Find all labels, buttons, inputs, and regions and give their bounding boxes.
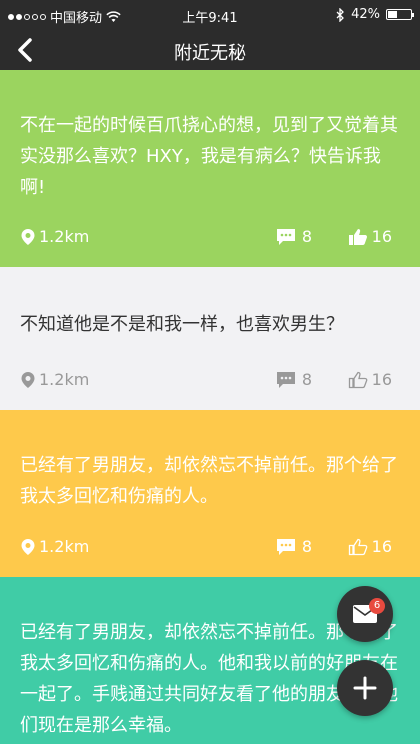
post-distance: 1.2km bbox=[20, 370, 89, 389]
page-title: 附近无秘 bbox=[174, 43, 246, 64]
comment-icon bbox=[276, 371, 295, 388]
distance-label: 1.2km bbox=[39, 537, 90, 556]
post-distance: 1.2km bbox=[20, 537, 89, 556]
thumbs-up-filled-icon bbox=[348, 228, 367, 245]
comment-icon bbox=[276, 228, 295, 245]
location-pin-icon bbox=[21, 371, 35, 388]
comment-button[interactable]: 8 bbox=[276, 227, 312, 246]
thumbs-up-outline-icon bbox=[348, 371, 367, 388]
secret-feed: 不在一起的时候百爪挠心的想，见到了又觉着其实没那么喜欢？HXY，我是有病么？快告… bbox=[0, 70, 420, 744]
plus-icon bbox=[353, 676, 377, 700]
comment-count: 8 bbox=[301, 537, 312, 556]
status-bar: 中国移动 上午9:41 42% bbox=[0, 0, 420, 30]
distance-label: 1.2km bbox=[39, 370, 90, 389]
battery-level bbox=[388, 11, 397, 18]
like-count: 16 bbox=[371, 227, 392, 246]
comment-button[interactable]: 8 bbox=[276, 537, 312, 556]
messages-button[interactable]: 6 bbox=[337, 586, 393, 642]
post-text: 不知道他是不是和我一样，也喜欢男生？ bbox=[20, 314, 344, 335]
post-text: 不在一起的时候百爪挠心的想，见到了又觉着其实没那么喜欢？HXY，我是有病么？快告… bbox=[20, 115, 398, 198]
post-meta: 1.2km 8 16 bbox=[20, 227, 392, 251]
thumbs-up-outline-icon bbox=[348, 538, 367, 555]
post-text: 已经有了男朋友，却依然忘不掉前任。那个给了我太多回忆和伤痛的人。 bbox=[20, 455, 398, 507]
battery-icon bbox=[386, 9, 414, 20]
battery-percent: 42% bbox=[351, 7, 380, 22]
post-meta: 1.2km 8 16 bbox=[20, 370, 392, 394]
like-button[interactable]: 16 bbox=[348, 227, 392, 246]
post-card[interactable]: 不在一起的时候百爪挠心的想，见到了又觉着其实没那么喜欢？HXY，我是有病么？快告… bbox=[0, 70, 420, 267]
comment-button[interactable]: 8 bbox=[276, 370, 312, 389]
post-meta: 1.2km 8 16 bbox=[20, 537, 392, 561]
like-count: 16 bbox=[371, 537, 392, 556]
post-card[interactable]: 不知道他是不是和我一样，也喜欢男生？ 1.2km 8 16 bbox=[0, 267, 420, 410]
add-post-button[interactable] bbox=[337, 660, 393, 716]
location-pin-icon bbox=[21, 538, 35, 555]
post-card[interactable]: 已经有了男朋友，却依然忘不掉前任。那个给了我太多回忆和伤痛的人。 1.2km 8 bbox=[0, 410, 420, 577]
like-button[interactable]: 16 bbox=[348, 370, 392, 389]
comment-count: 8 bbox=[301, 370, 312, 389]
like-count: 16 bbox=[371, 370, 392, 389]
location-pin-icon bbox=[21, 228, 35, 245]
unread-badge: 6 bbox=[369, 598, 385, 614]
comment-count: 8 bbox=[301, 227, 312, 246]
distance-label: 1.2km bbox=[39, 227, 90, 246]
like-button[interactable]: 16 bbox=[348, 537, 392, 556]
post-distance: 1.2km bbox=[20, 227, 89, 246]
comment-icon bbox=[276, 538, 295, 555]
bluetooth-icon bbox=[336, 7, 345, 22]
nav-bar: 附近无秘 bbox=[0, 30, 420, 70]
status-right: 42% bbox=[336, 7, 414, 22]
